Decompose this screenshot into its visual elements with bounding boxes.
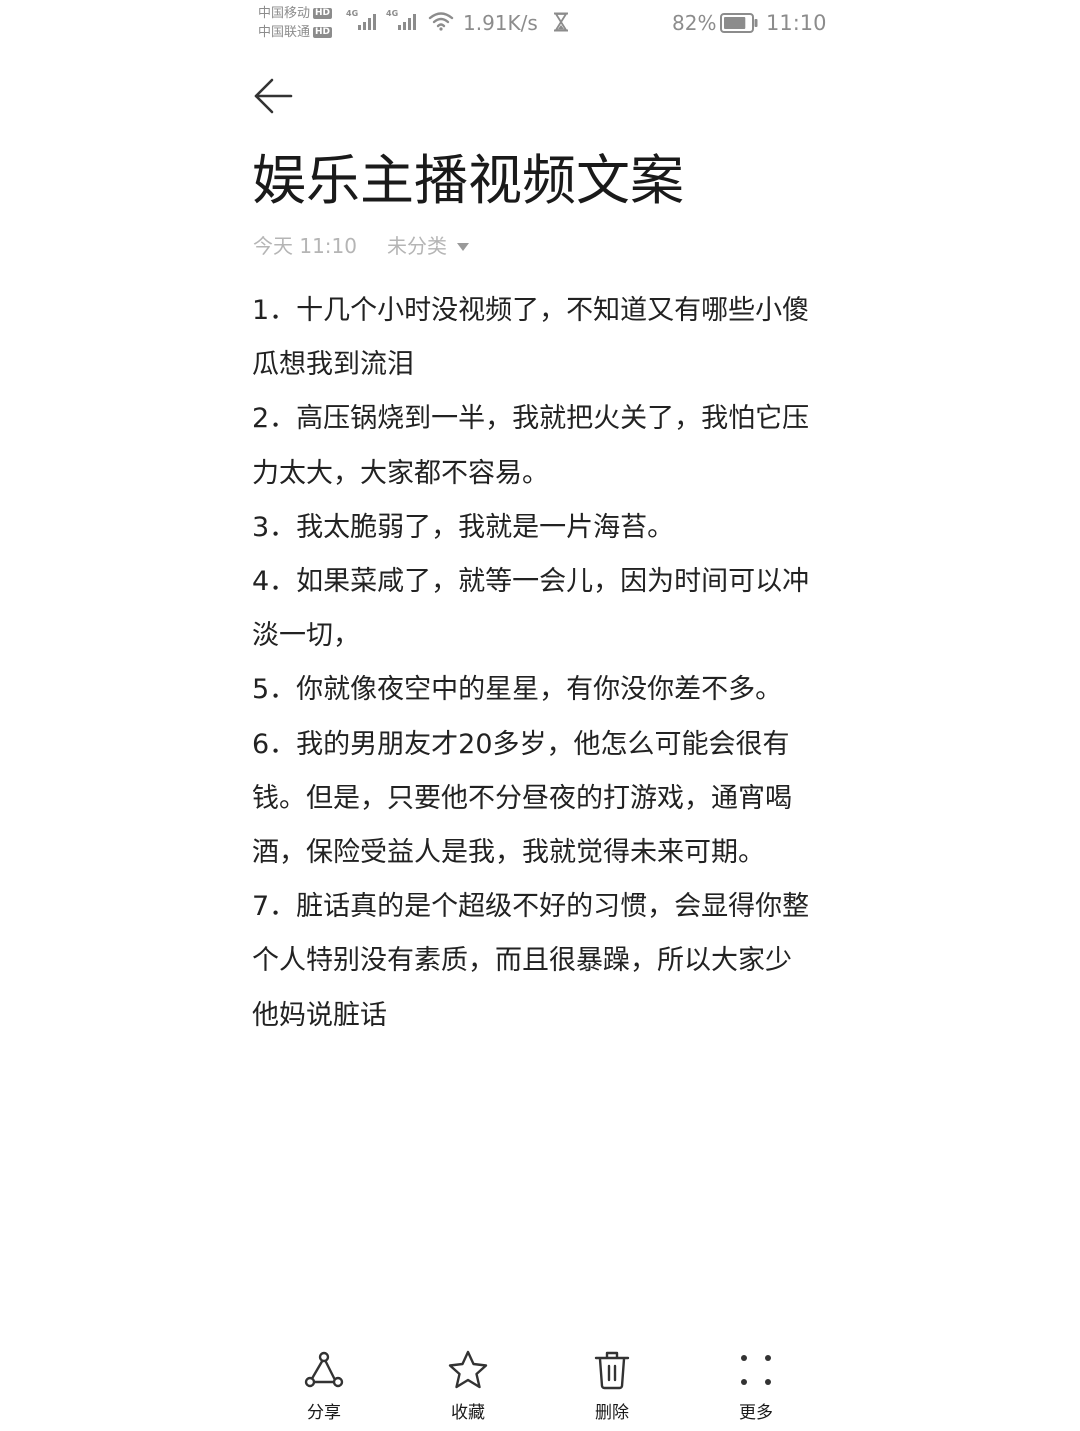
note-meta: 今天 11:10 未分类 (253, 232, 469, 260)
note-line: 1．十几个小时没视频了，不知道又有哪些小傻瓜想我到流泪 (252, 295, 810, 381)
signal-icon-1: 4G (346, 10, 376, 32)
delete-label: 删除 (595, 1403, 629, 1423)
status-bar: 中国移动 HD 中国联通 HD 4G 4G 1.91K/s 82% 11:10 (258, 0, 827, 46)
wifi-icon (428, 12, 454, 31)
share-label: 分享 (307, 1403, 341, 1423)
four-dots-icon (741, 1355, 771, 1385)
note-title[interactable]: 娱乐主播视频文案 (252, 146, 684, 216)
hd-badge-2: HD (313, 27, 333, 38)
note-line: 5．你就像夜空中的星星，有你没你差不多。 (252, 674, 783, 706)
caret-down-icon (457, 243, 469, 251)
note-date: 今天 11:10 (253, 234, 357, 258)
battery-percent: 82% (672, 11, 717, 35)
delete-button[interactable]: 删除 (562, 1348, 662, 1428)
more-label: 更多 (739, 1403, 773, 1423)
category-dropdown[interactable]: 未分类 (387, 232, 469, 260)
note-line: 2．高压锅烧到一半，我就把火关了，我怕它压力太大，大家都不容易。 (252, 403, 810, 489)
category-label: 未分类 (387, 234, 447, 258)
hourglass-icon (554, 12, 568, 32)
hd-badge-1: HD (313, 8, 333, 19)
carrier-row-1: 中国移动 HD (258, 4, 333, 23)
bottom-toolbar: 分享 收藏 删除 更多 (252, 1348, 828, 1428)
back-button[interactable] (250, 74, 296, 118)
status-clock: 11:10 (766, 11, 827, 35)
signal-group: 4G 4G (346, 10, 416, 32)
battery-icon (720, 13, 758, 33)
trash-icon (594, 1351, 630, 1390)
carrier-name-1: 中国移动 (258, 6, 311, 21)
note-line: 6．我的男朋友才20多岁，他怎么可能会很有钱。但是，只要他不分昼夜的打游戏，通宵… (252, 728, 792, 869)
share-button[interactable]: 分享 (274, 1348, 374, 1428)
network-speed: 1.91K/s (463, 11, 538, 35)
note-line: 4．如果菜咸了，就等一会儿，因为时间可以冲淡一切， (252, 566, 810, 652)
note-line: 3．我太脆弱了，我就是一片海苔。 (252, 511, 675, 543)
share-nodes-icon (304, 1351, 344, 1388)
arrow-left-icon (254, 78, 293, 114)
more-button[interactable]: 更多 (706, 1348, 806, 1428)
note-line: 7．脏话真的是个超级不好的习惯，会显得你整个人特别没有素质，而且很暴躁，所以大家… (252, 891, 810, 1031)
carrier-info: 中国移动 HD 中国联通 HD (258, 4, 333, 42)
note-content[interactable]: 1．十几个小时没视频了，不知道又有哪些小傻瓜想我到流泪 2．高压锅烧到一半，我就… (252, 284, 818, 1043)
signal-icon-2: 4G (386, 10, 416, 32)
note-detail-screen: 中国移动 HD 中国联通 HD 4G 4G 1.91K/s 82% 11:10 … (0, 0, 1080, 1431)
carrier-row-2: 中国联通 HD (258, 23, 333, 42)
favorite-label: 收藏 (451, 1403, 485, 1423)
network-type-1: 4G (346, 9, 359, 18)
favorite-button[interactable]: 收藏 (418, 1348, 518, 1428)
carrier-name-2: 中国联通 (258, 25, 311, 40)
star-icon (448, 1350, 488, 1389)
network-type-2: 4G (386, 9, 399, 18)
